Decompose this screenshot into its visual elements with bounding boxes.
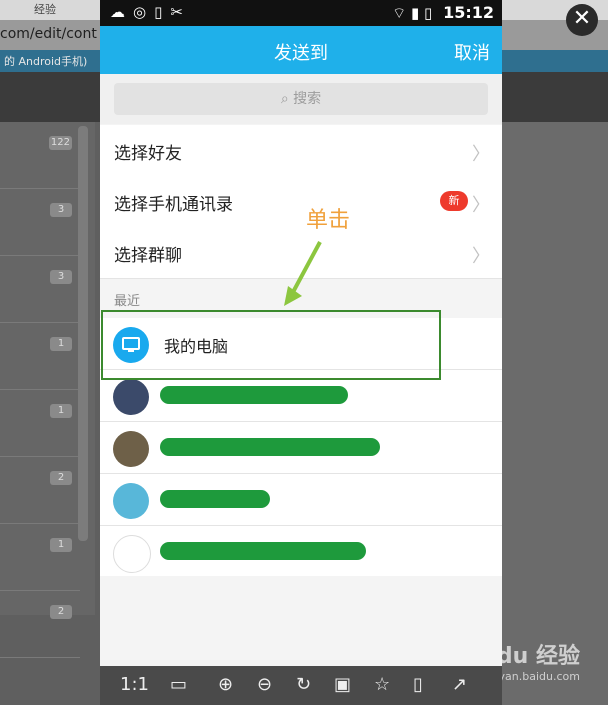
- list-item: 1: [0, 323, 80, 390]
- list-item: 3: [0, 189, 80, 256]
- list-item: 122: [0, 122, 80, 189]
- wifi-icon: ⌔: [392, 4, 407, 22]
- redacted-name: [160, 386, 348, 404]
- new-badge: 新: [440, 191, 468, 211]
- menu-item-label: 选择手机通讯录: [114, 195, 233, 215]
- chevron-right-icon: 〉: [472, 195, 490, 216]
- contact-item[interactable]: [100, 526, 502, 578]
- avatar: [113, 483, 149, 519]
- count-badge: 1: [50, 538, 72, 552]
- menu-item-label: 选择群聊: [114, 246, 182, 266]
- section-recent: 最近: [114, 294, 141, 309]
- fit-screen-icon[interactable]: ▭: [170, 674, 187, 695]
- status-bar: ☁◎▯✂ ⌔ ▮ ▯ 15:12: [100, 0, 502, 26]
- signal-icon: ▮: [410, 4, 420, 22]
- chevron-right-icon: 〉: [472, 246, 490, 267]
- count-badge: 1: [50, 404, 72, 418]
- highlight-box: [101, 310, 441, 380]
- rotate-icon[interactable]: ↻: [296, 674, 311, 695]
- menu-item-label: 选择好友: [114, 144, 182, 164]
- annotation-arrow: [284, 241, 322, 306]
- list-item: 1: [0, 390, 80, 457]
- zoom-out-icon[interactable]: ⊖: [257, 674, 272, 695]
- avatar: [113, 379, 149, 415]
- count-badge: 122: [48, 136, 72, 150]
- close-viewer-button[interactable]: ✕: [566, 4, 598, 36]
- count-badge: 3: [50, 270, 72, 284]
- empty-area: [100, 576, 502, 666]
- share-icon[interactable]: ↗: [452, 674, 467, 695]
- zoom-in-icon[interactable]: ⊕: [218, 674, 233, 695]
- redacted-name: [160, 438, 380, 456]
- notification-icons: ☁◎▯✂: [110, 3, 191, 21]
- search-area: ⌕ 搜索: [100, 74, 502, 124]
- banner-text: 的 Android手机): [4, 55, 88, 68]
- menu-item-contacts[interactable]: 选择手机通讯录 新 〉: [100, 176, 502, 228]
- count-badge: 1: [50, 337, 72, 351]
- search-input[interactable]: ⌕ 搜索: [114, 83, 488, 115]
- avatar: [113, 535, 151, 573]
- annotation-text: 单击: [306, 208, 351, 233]
- phone-screen: ☁◎▯✂ ⌔ ▮ ▯ 15:12 发送到 取消 ⌕ 搜索 选择好友 〉 选择手机…: [100, 0, 502, 705]
- copy-icon[interactable]: ▯: [413, 674, 423, 695]
- list-item: 3: [0, 256, 80, 323]
- url-text: com/edit/cont: [0, 26, 97, 42]
- list-item: 2: [0, 457, 80, 524]
- count-badge: 2: [50, 471, 72, 485]
- cancel-button[interactable]: 取消: [454, 39, 490, 65]
- menu-item-friends[interactable]: 选择好友 〉: [100, 125, 502, 177]
- clock: 15:12: [443, 3, 494, 22]
- contact-item[interactable]: [100, 422, 502, 474]
- title-bar: 发送到 取消: [100, 26, 502, 74]
- list-item: 2: [0, 591, 80, 658]
- browser-tab[interactable]: 经验: [34, 0, 104, 20]
- status-right: ⌔ ▮ ▯ 15:12: [392, 3, 494, 23]
- close-icon: ✕: [572, 6, 592, 31]
- actual-size-button[interactable]: 1:1: [120, 674, 149, 695]
- background-side: [502, 122, 608, 705]
- redacted-name: [160, 542, 366, 560]
- save-icon[interactable]: ▣: [334, 674, 351, 695]
- battery-icon: ▯: [424, 4, 433, 22]
- page-title: 发送到: [274, 43, 328, 64]
- background-scrollbar[interactable]: [78, 126, 88, 541]
- avatar: [113, 431, 149, 467]
- count-badge: 2: [50, 605, 72, 619]
- list-item: 1: [0, 524, 80, 591]
- chevron-right-icon: 〉: [472, 144, 490, 165]
- search-icon: ⌕: [280, 91, 289, 107]
- count-badge: 3: [50, 203, 72, 217]
- contact-item[interactable]: [100, 474, 502, 526]
- viewer-toolbar: 1:1 ▭ ⊕ ⊖ ↻ ▣ ☆ ▯ ↗: [100, 666, 502, 705]
- search-placeholder: 搜索: [293, 91, 322, 107]
- redacted-name: [160, 490, 270, 508]
- bookmark-icon[interactable]: ☆: [374, 674, 390, 695]
